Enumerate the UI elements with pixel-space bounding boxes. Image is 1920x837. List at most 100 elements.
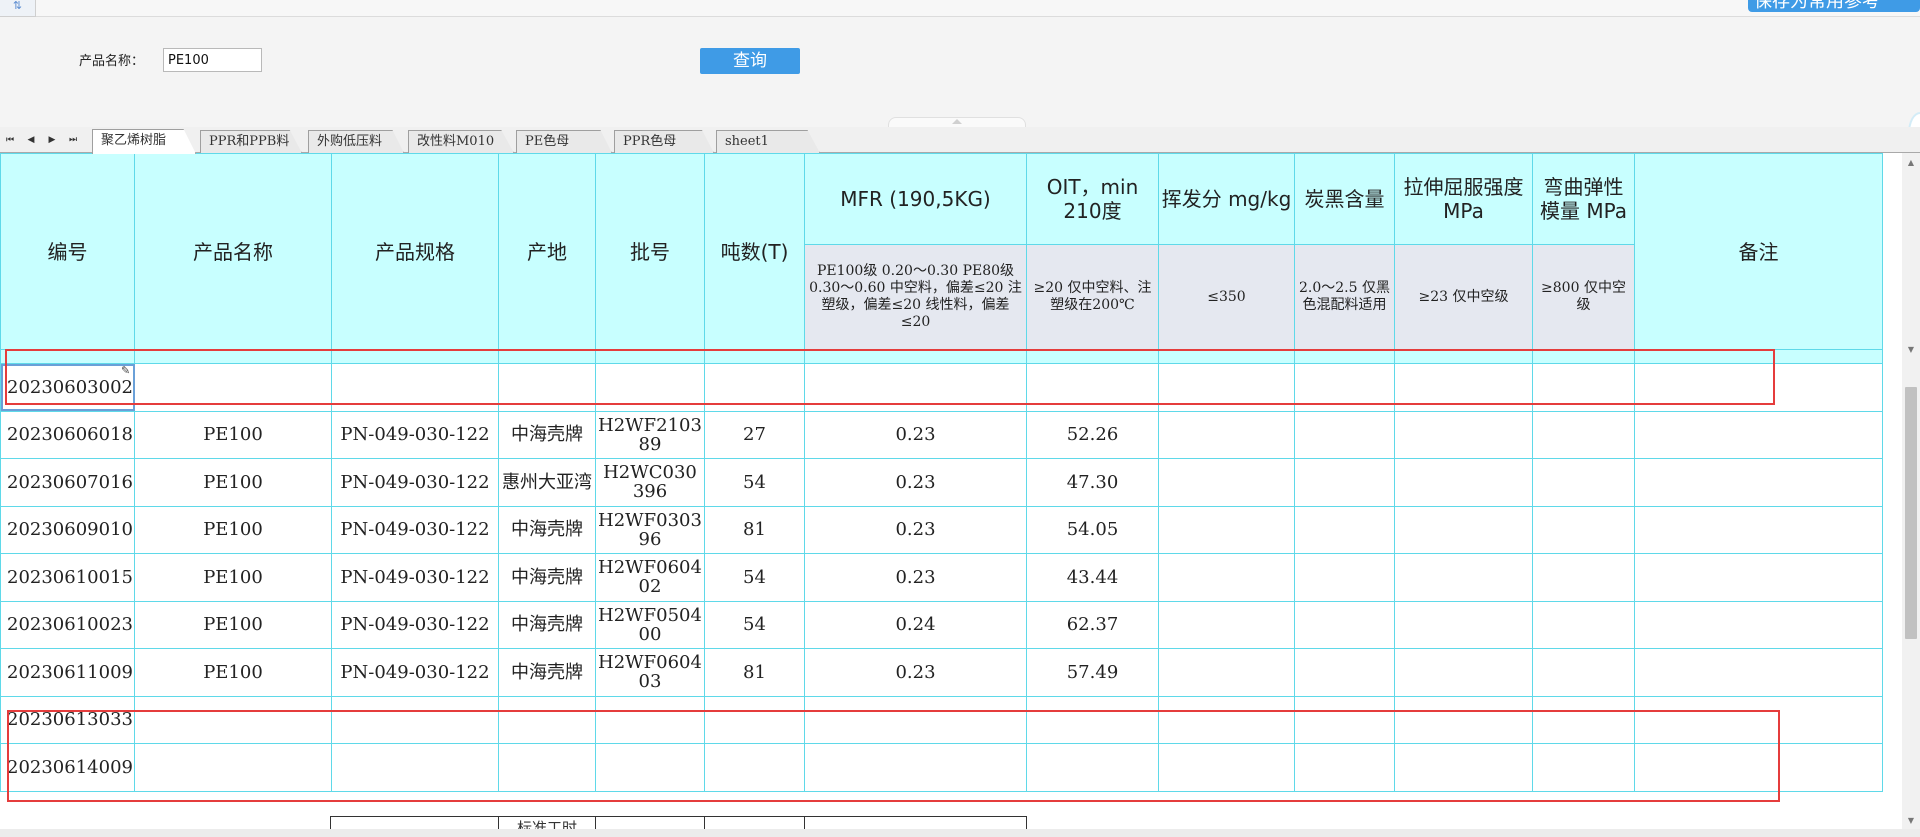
cell-spec[interactable] [331, 743, 499, 792]
cell-product-name[interactable]: PE100 [134, 600, 332, 649]
cell-carbon-black[interactable] [1294, 363, 1395, 412]
cell-volatile[interactable] [1158, 695, 1295, 744]
cell-remark[interactable] [1634, 505, 1883, 554]
cell-tons[interactable]: 27 [704, 410, 805, 459]
cell-flex-modulus[interactable] [1532, 410, 1635, 459]
cell-origin[interactable]: 中海壳牌 [498, 648, 596, 697]
cell-flex-modulus[interactable] [1532, 600, 1635, 649]
cell-product-name[interactable] [134, 743, 332, 792]
cell-origin[interactable]: 惠州大亚湾 [498, 458, 596, 507]
prev-sheet-icon[interactable]: ◀ [21, 131, 41, 149]
cell-id[interactable]: 20230610015 [0, 553, 135, 602]
cell-product-name[interactable] [134, 695, 332, 744]
cell-volatile[interactable] [1158, 458, 1295, 507]
cell-mfr[interactable]: 0.23 [804, 410, 1027, 459]
cell-product-name[interactable]: PE100 [134, 648, 332, 697]
cell-origin[interactable] [498, 695, 596, 744]
cell-product-name[interactable]: PE100 [134, 458, 332, 507]
cell-product-name[interactable] [134, 363, 332, 412]
cell-mfr[interactable]: 0.23 [804, 648, 1027, 697]
cell-tensile[interactable] [1394, 743, 1533, 792]
cell-origin[interactable]: 中海壳牌 [498, 600, 596, 649]
cell-batch[interactable] [595, 695, 705, 744]
cell-carbon-black[interactable] [1294, 695, 1395, 744]
cell-carbon-black[interactable] [1294, 505, 1395, 554]
cell-carbon-black[interactable] [1294, 743, 1395, 792]
cell-origin[interactable]: 中海壳牌 [498, 553, 596, 602]
cell-batch[interactable] [595, 363, 705, 412]
cell-batch[interactable]: H2WF060403 [595, 648, 705, 697]
cell-origin[interactable] [498, 743, 596, 792]
cell-tons[interactable] [704, 363, 805, 412]
cell-mfr[interactable] [804, 695, 1027, 744]
cell-batch[interactable]: H2WF210389 [595, 410, 705, 459]
cell-mfr[interactable]: 0.23 [804, 505, 1027, 554]
cell-remark[interactable] [1634, 458, 1883, 507]
cell-volatile[interactable] [1158, 553, 1295, 602]
cell-tensile[interactable] [1394, 648, 1533, 697]
cell-oit[interactable]: 47.30 [1026, 458, 1159, 507]
cell-origin[interactable]: 中海壳牌 [498, 410, 596, 459]
cell-product-name[interactable]: PE100 [134, 553, 332, 602]
tab-purchased-lowpressure[interactable]: 外购低压料 [308, 130, 404, 153]
cell-remark[interactable] [1634, 553, 1883, 602]
cell-flex-modulus[interactable] [1532, 695, 1635, 744]
cell-tons[interactable] [704, 743, 805, 792]
cell-volatile[interactable] [1158, 410, 1295, 459]
collapse-panel-handle[interactable] [888, 117, 1026, 127]
next-sheet-icon[interactable]: ▶ [42, 131, 62, 149]
tab-sheet1[interactable]: sheet1 [716, 130, 820, 153]
cell-remark[interactable] [1634, 363, 1883, 412]
cell-batch[interactable]: H2WC030396 [595, 458, 705, 507]
save-reference-button[interactable]: 保存为常用参考 [1748, 0, 1920, 12]
cell-oit[interactable]: 43.44 [1026, 553, 1159, 602]
cell-oit[interactable] [1026, 743, 1159, 792]
cell-remark[interactable] [1634, 410, 1883, 459]
cell-flex-modulus[interactable] [1532, 505, 1635, 554]
cell-tensile[interactable] [1394, 553, 1533, 602]
tab-polyethylene-resin[interactable]: 聚乙烯树脂 [92, 129, 196, 154]
secondary-cell[interactable] [804, 816, 1027, 829]
cell-mfr[interactable]: 0.24 [804, 600, 1027, 649]
cell-oit[interactable] [1026, 695, 1159, 744]
cell-spec[interactable] [331, 363, 499, 412]
cell-flex-modulus[interactable] [1532, 553, 1635, 602]
cell-id[interactable]: 20230609010 [0, 505, 135, 554]
cell-volatile[interactable] [1158, 363, 1295, 412]
cell-flex-modulus[interactable] [1532, 743, 1635, 792]
horizontal-scrollbar[interactable] [0, 829, 1920, 837]
first-sheet-icon[interactable]: ⏮ [0, 131, 20, 149]
cell-tensile[interactable] [1394, 410, 1533, 459]
cell-tensile[interactable] [1394, 505, 1533, 554]
cell-tensile[interactable] [1394, 695, 1533, 744]
cell-volatile[interactable] [1158, 743, 1295, 792]
cell-flex-modulus[interactable] [1532, 458, 1635, 507]
cell-spec[interactable]: PN-049-030-122 [331, 458, 499, 507]
cell-carbon-black[interactable] [1294, 600, 1395, 649]
cell-spec[interactable]: PN-049-030-122 [331, 410, 499, 459]
query-button[interactable]: 查询 [700, 48, 800, 74]
cell-remark[interactable] [1634, 600, 1883, 649]
cell-tons[interactable]: 81 [704, 505, 805, 554]
cell-carbon-black[interactable] [1294, 553, 1395, 602]
cell-spec[interactable] [331, 695, 499, 744]
cell-id[interactable]: 20230613033 [0, 695, 135, 744]
cell-tons[interactable]: 81 [704, 648, 805, 697]
cell-id[interactable]: 20230614009 [0, 743, 135, 792]
secondary-cell[interactable] [595, 816, 705, 829]
cell-id[interactable]: 20230606018 [0, 410, 135, 459]
last-sheet-icon[interactable]: ⏭ [63, 131, 83, 149]
cell-origin[interactable] [498, 363, 596, 412]
scroll-up-icon[interactable]: ▲ [1902, 153, 1920, 171]
product-name-input[interactable] [163, 48, 262, 72]
secondary-cell[interactable] [330, 816, 499, 829]
cell-product-name[interactable]: PE100 [134, 410, 332, 459]
cell-remark[interactable] [1634, 648, 1883, 697]
cell-volatile[interactable] [1158, 505, 1295, 554]
cell-tensile[interactable] [1394, 600, 1533, 649]
cell-spec[interactable]: PN-049-030-122 [331, 648, 499, 697]
tab-pe-masterbatch[interactable]: PE色母 [516, 130, 612, 153]
cell-carbon-black[interactable] [1294, 458, 1395, 507]
cell-mfr[interactable]: 0.23 [804, 553, 1027, 602]
cell-tensile[interactable] [1394, 363, 1533, 412]
